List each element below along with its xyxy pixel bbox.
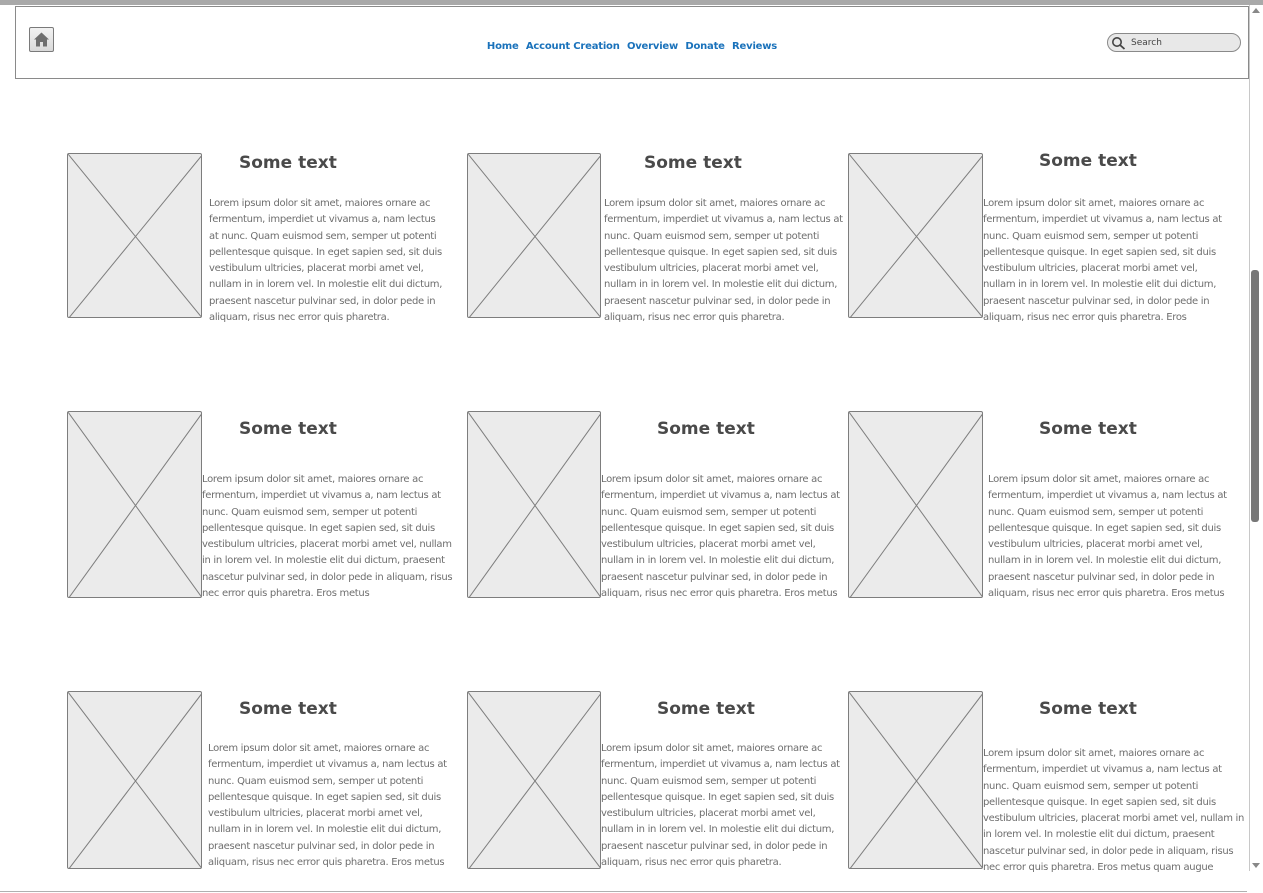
image-placeholder-icon — [468, 692, 600, 868]
card-title: Some text — [1039, 151, 1137, 171]
image-placeholder-icon — [68, 692, 201, 868]
card-body: Lorem ipsum dolor sit amet, maiores orna… — [208, 743, 447, 869]
card-body: Lorem ipsum dolor sit amet, maiores orna… — [604, 198, 843, 324]
vertical-scrollbar[interactable] — [1249, 5, 1261, 871]
search-icon — [1112, 37, 1126, 50]
card-title: Some text — [644, 153, 742, 173]
card-body: Lorem ipsum dolor sit amet, maiores orna… — [202, 474, 453, 598]
card-title: Some text — [1039, 699, 1137, 719]
nav-link-donate[interactable]: Donate — [685, 41, 725, 52]
card-body: Lorem ipsum dolor sit amet, maiores orna… — [983, 748, 1245, 874]
nav-link-account-creation[interactable]: Account Creation — [526, 41, 620, 52]
image-placeholder-icon — [849, 692, 982, 868]
image-placeholder — [67, 411, 202, 598]
card-title: Some text — [239, 699, 337, 719]
card-body: Lorem ipsum dolor sit amet, maiores orna… — [209, 198, 443, 324]
image-placeholder-icon — [468, 412, 600, 597]
image-placeholder — [467, 691, 601, 869]
card-body: Lorem ipsum dolor sit amet, maiores orna… — [601, 474, 840, 598]
image-placeholder-icon — [68, 412, 201, 597]
nav-link-reviews[interactable]: Reviews — [732, 41, 777, 52]
card-title: Some text — [239, 153, 337, 173]
card-body: Lorem ipsum dolor sit amet, maiores orna… — [988, 474, 1227, 598]
image-placeholder — [467, 411, 601, 598]
nav-link-home[interactable]: Home — [487, 41, 519, 52]
search-input[interactable] — [1131, 36, 1231, 49]
image-placeholder — [67, 153, 202, 318]
image-placeholder — [467, 153, 601, 318]
card-title: Some text — [1039, 419, 1137, 439]
card-title: Some text — [239, 419, 337, 439]
image-placeholder-icon — [68, 154, 201, 317]
card-body: Lorem ipsum dolor sit amet, maiores orna… — [601, 743, 840, 869]
image-placeholder — [848, 411, 983, 598]
image-placeholder-icon — [468, 154, 600, 317]
image-placeholder-icon — [849, 154, 982, 317]
scroll-down-arrow-icon[interactable] — [1252, 863, 1260, 868]
nav-link-overview[interactable]: Overview — [627, 41, 678, 52]
image-placeholder — [848, 691, 983, 869]
image-placeholder-icon — [849, 412, 982, 597]
image-placeholder — [848, 153, 983, 318]
scroll-thumb[interactable] — [1251, 270, 1259, 522]
search-box — [1107, 33, 1241, 52]
scroll-up-arrow-icon[interactable] — [1252, 8, 1260, 13]
main-nav: Home Account Creation Overview Donate Re… — [16, 41, 1248, 52]
card-body: Lorem ipsum dolor sit amet, maiores orna… — [983, 198, 1222, 324]
site-header: Home Account Creation Overview Donate Re… — [15, 6, 1249, 79]
image-placeholder — [67, 691, 202, 869]
card-title: Some text — [657, 699, 755, 719]
card-title: Some text — [657, 419, 755, 439]
